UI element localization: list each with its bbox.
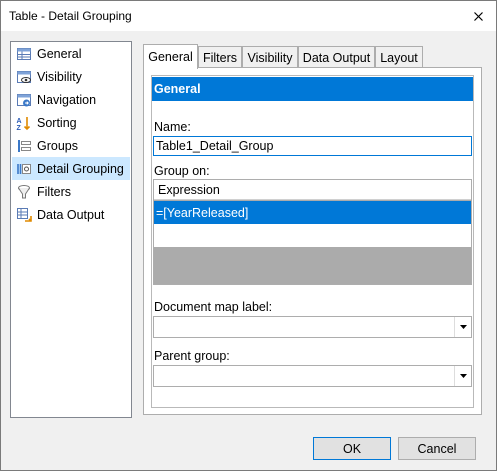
nav-item-detail-grouping[interactable]: Detail Grouping <box>12 157 130 180</box>
section-header: General <box>152 77 473 101</box>
parent-group-dropdown-button[interactable] <box>454 366 471 386</box>
nav-label: Data Output <box>37 207 105 222</box>
nav-item-sorting[interactable]: AZ Sorting <box>12 111 130 134</box>
nav-item-visibility[interactable]: Visibility <box>12 65 130 88</box>
data-output-icon <box>17 207 32 222</box>
nav-label: Sorting <box>37 115 77 130</box>
nav-label: Detail Grouping <box>37 161 124 176</box>
nav-label: Navigation <box>37 92 97 107</box>
name-input[interactable]: Table1_Detail_Group <box>153 136 472 156</box>
dialog-window: Table - Detail Grouping General Visibili… <box>0 0 497 471</box>
chevron-down-icon <box>459 374 467 378</box>
nav-item-filters[interactable]: Filters <box>12 180 130 203</box>
nav-item-navigation[interactable]: Navigation <box>12 88 130 111</box>
close-button[interactable] <box>460 1 496 31</box>
tab-visibility[interactable]: Visibility <box>242 46 298 68</box>
chevron-down-icon <box>459 325 467 329</box>
svg-text:A: A <box>17 118 22 125</box>
tab-filters[interactable]: Filters <box>198 46 242 68</box>
detail-grouping-icon <box>17 163 31 174</box>
grid-column-header-expression[interactable]: Expression <box>154 180 471 200</box>
tab-layout[interactable]: Layout <box>375 46 423 68</box>
document-map-dropdown-button[interactable] <box>454 317 471 337</box>
nav-item-groups[interactable]: Groups <box>12 134 130 157</box>
nav-item-data-output[interactable]: Data Output <box>12 203 130 226</box>
grid-row[interactable]: =[YearReleased] <box>154 201 471 224</box>
close-icon <box>473 11 483 21</box>
document-map-combo[interactable] <box>153 316 472 338</box>
nav-label: Groups <box>37 138 78 153</box>
parent-group-combo[interactable] <box>153 365 472 387</box>
group-on-label: Group on: <box>154 164 210 178</box>
grid-new-row[interactable] <box>154 224 471 247</box>
cancel-button[interactable]: Cancel <box>398 437 476 460</box>
tab-data-output[interactable]: Data Output <box>298 46 375 68</box>
nav-label: Visibility <box>37 69 82 84</box>
groups-icon <box>18 139 31 152</box>
parent-group-label: Parent group: <box>154 349 230 363</box>
sorting-icon: AZ <box>17 116 31 131</box>
general-icon <box>17 47 31 60</box>
ok-button[interactable]: OK <box>313 437 391 460</box>
visibility-icon <box>17 70 31 83</box>
group-on-grid[interactable]: Expression =[YearReleased] <box>153 179 472 285</box>
tab-general[interactable]: General <box>143 44 198 69</box>
name-label: Name: <box>154 120 191 134</box>
nav-label: General <box>37 46 82 61</box>
window-title: Table - Detail Grouping <box>9 9 132 23</box>
nav-label: Filters <box>37 184 72 199</box>
nav-item-general[interactable]: General <box>12 42 130 65</box>
svg-text:Z: Z <box>17 125 22 131</box>
filters-icon <box>18 184 30 198</box>
title-bar: Table - Detail Grouping <box>1 1 496 31</box>
section-nav-list: General Visibility Navigation AZ Sorting… <box>10 41 132 418</box>
document-map-label: Document map label: <box>154 300 273 314</box>
tab-panel-general: General Name: Table1_Detail_Group Group … <box>143 67 482 415</box>
general-section: General Name: Table1_Detail_Group Group … <box>151 75 474 408</box>
navigation-icon <box>17 93 31 106</box>
